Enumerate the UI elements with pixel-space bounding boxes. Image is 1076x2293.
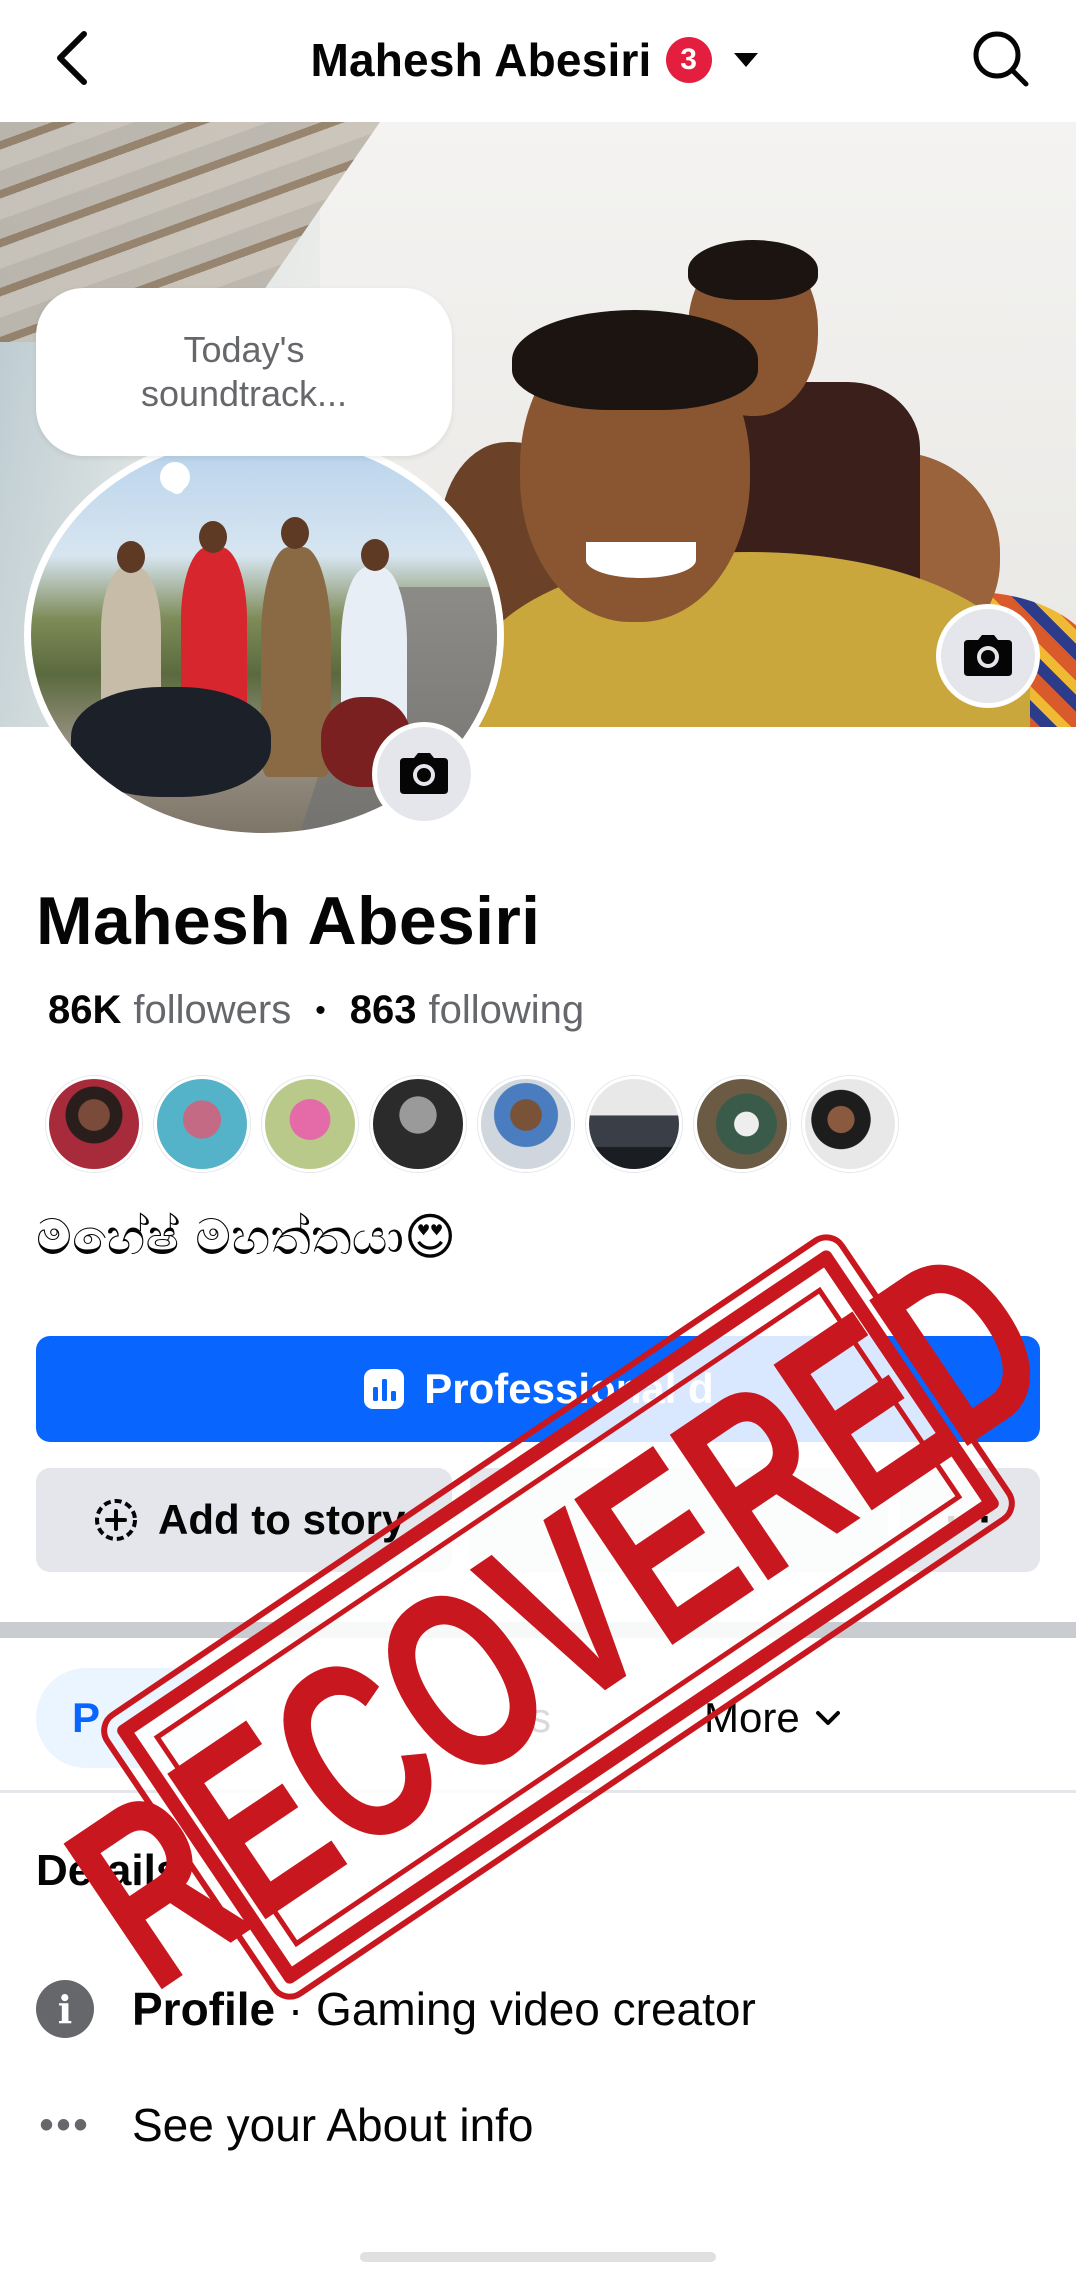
notification-badge: 3 — [665, 37, 712, 83]
camera-icon — [964, 635, 1012, 676]
following-label[interactable]: following — [429, 988, 585, 1033]
profile-category-separator: · — [275, 1983, 317, 2035]
friend-avatar[interactable] — [694, 1076, 790, 1172]
edit-cover-photo-button[interactable] — [936, 604, 1040, 708]
tab-posts-label: P — [72, 1694, 101, 1741]
search-icon — [973, 31, 1029, 87]
edit-profile-picture-button[interactable] — [372, 722, 476, 826]
friend-avatar[interactable] — [370, 1076, 466, 1172]
soundtrack-bubble[interactable]: Today's soundtrack... — [36, 288, 452, 456]
cover-man-smile — [586, 542, 696, 578]
caret-down-icon[interactable] — [726, 40, 766, 80]
followers-label[interactable]: followers — [133, 988, 291, 1033]
followers-count[interactable]: 86K — [48, 988, 121, 1033]
avatar-head — [361, 539, 389, 571]
avatar-motorbike — [71, 687, 271, 797]
chevron-down-icon — [815, 1711, 840, 1725]
camera-icon — [400, 753, 448, 794]
follow-stats: 86K followers • 863 following — [48, 988, 584, 1033]
bubble-tail — [170, 480, 184, 494]
more-dots-icon: ••• — [39, 2102, 91, 2147]
soundtrack-text: Today's soundtrack... — [140, 329, 348, 414]
tab-more-label: More — [704, 1694, 800, 1741]
profile-switcher[interactable]: Mahesh Abesiri 3 — [0, 28, 1076, 92]
friend-avatar[interactable] — [46, 1076, 142, 1172]
friend-avatar[interactable] — [478, 1076, 574, 1172]
following-count[interactable]: 863 — [350, 988, 417, 1033]
avatar-head — [199, 521, 227, 553]
home-indicator — [360, 2252, 716, 2262]
friend-avatar[interactable] — [154, 1076, 250, 1172]
see-about-info-row[interactable]: ••• See your About info — [36, 2096, 534, 2154]
friend-avatar[interactable] — [262, 1076, 358, 1172]
profile-bio: මහේෂ් මහත්තයා😍 — [36, 1208, 457, 1266]
cover-man-hair — [512, 310, 758, 410]
stamp-text: RECOVERED — [23, 1192, 1076, 2042]
see-about-info-label: See your About info — [132, 2099, 534, 2151]
cover-boy-hair — [688, 240, 818, 300]
profile-category-row[interactable]: i Profile · Gaming video creator — [36, 1980, 756, 2038]
friend-avatar[interactable] — [586, 1076, 682, 1172]
avatar-head — [117, 541, 145, 573]
add-to-story-label: Add to story — [158, 1496, 406, 1543]
friend-avatars — [46, 1076, 898, 1172]
dashboard-icon — [364, 1369, 405, 1409]
stats-separator: • — [315, 993, 326, 1027]
info-icon: i — [36, 1980, 94, 2038]
profile-category-value: Gaming video creator — [316, 1983, 756, 2035]
friend-avatar[interactable] — [802, 1076, 898, 1172]
header-title: Mahesh Abesiri — [310, 34, 652, 86]
avatar-head — [281, 517, 309, 549]
add-story-icon — [95, 1499, 137, 1541]
search-button[interactable] — [966, 26, 1036, 90]
top-bar: Mahesh Abesiri 3 — [0, 0, 1076, 120]
profile-name: Mahesh Abesiri — [36, 883, 541, 959]
